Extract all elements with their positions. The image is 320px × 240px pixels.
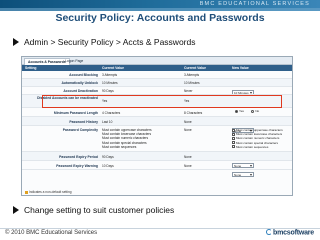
row-label: Password Complexity xyxy=(62,128,98,132)
checkbox-icon xyxy=(232,145,235,149)
row-label: Account Deactivation xyxy=(63,89,98,93)
expiry-warning-select[interactable]: None xyxy=(232,172,254,177)
row-current-2: None xyxy=(184,154,192,159)
checkbox-label: Must contain sequences xyxy=(236,144,269,149)
embedded-screenshot: Accounts & Passwords Logon Page Setting … xyxy=(21,56,293,196)
checkbox-icon xyxy=(232,132,235,136)
table-row: Password History Last 10 None None xyxy=(22,117,292,133)
row-label: Automatically Unblock xyxy=(61,81,98,85)
row-current-2: 8 Characters xyxy=(184,110,203,115)
table-row: Automatically Unblock 10 Minutes 10 Minu… xyxy=(22,79,292,95)
table-row: Password Complexity Must contain upperca… xyxy=(22,126,292,152)
table-row: Password Expiry Warning 10 Days None Non… xyxy=(22,161,292,177)
row-label: Disabled Accounts can be reactivated xyxy=(37,96,98,100)
table-row: Account Blocking 3 Attempts 3 Attempts 3… xyxy=(22,71,292,87)
legend: Indicates a non-default setting xyxy=(25,190,72,194)
row-current-list: Must contain uppercase characters Must c… xyxy=(102,128,172,149)
row-label: Password Expiry Period xyxy=(59,154,98,159)
slide-title: Security Policy: Accounts and Passwords xyxy=(55,12,265,24)
row-label: Password Expiry Warning xyxy=(56,163,98,168)
row-current-2: 10 Minutes xyxy=(184,81,200,85)
top-banner: BMC EDUCATIONAL SERVICES xyxy=(0,0,320,11)
row-label: Password History xyxy=(69,119,98,124)
bullet-arrow-icon xyxy=(13,38,19,46)
row-current: Last 10 xyxy=(102,119,113,124)
checkbox-icon xyxy=(232,136,235,140)
checkbox-icon xyxy=(232,128,235,132)
row-current: Yes xyxy=(102,99,108,103)
table-row: Account Deactivation 90 Days Never Never xyxy=(22,87,292,103)
slide: BMC EDUCATIONAL SERVICES Security Policy… xyxy=(0,0,320,240)
row-current-2: None xyxy=(184,163,192,168)
tab-logon-page[interactable]: Logon Page xyxy=(62,58,86,65)
logo-text: bmcsoftware xyxy=(273,229,314,237)
row-current-2: Never xyxy=(184,89,193,93)
row-current-2: 3 Attempts xyxy=(184,73,200,77)
row-current: 4 Characters xyxy=(102,110,121,115)
row-label: Account Blocking xyxy=(69,73,98,77)
complexity-checkbox[interactable]: Must contain sequences xyxy=(232,145,290,149)
non-default-indicator-icon xyxy=(25,190,28,194)
row-current: 90 Days xyxy=(102,154,114,159)
bullet-arrow-icon xyxy=(13,206,19,214)
row-current: 10 Minutes xyxy=(102,81,118,85)
legend-text: Indicates a non-default setting xyxy=(29,190,72,194)
table-row: Minimum Password Length 4 Characters 8 C… xyxy=(22,108,292,124)
table-row: Password Expiry Period 90 Days None None xyxy=(22,152,292,168)
row-current-2: Yes xyxy=(184,99,190,103)
bullet-navigation-path: Admin > Security Policy > Accts & Passwo… xyxy=(13,37,195,47)
bmc-logo: bmcsoftware xyxy=(266,229,314,237)
screenshot-tabs: Accounts & Passwords Logon Page xyxy=(22,57,292,65)
banner-text: BMC EDUCATIONAL SERVICES xyxy=(199,1,310,7)
checkbox-icon xyxy=(232,141,235,145)
row-label: Minimum Password Length xyxy=(53,110,98,115)
banner-shine xyxy=(0,8,320,11)
bullet-change-setting: Change setting to suit customer policies xyxy=(13,205,174,215)
complexity-current-line: Must contain sequences xyxy=(102,144,137,149)
row-current: 90 Days xyxy=(102,89,114,93)
bmc-swirl-icon xyxy=(266,229,273,235)
row-current-2: None xyxy=(184,119,192,124)
row-current: 10 Days xyxy=(102,163,114,168)
bullet-text: Admin > Security Policy > Accts & Passwo… xyxy=(24,37,196,47)
copyright: © 2010 BMC Educational Services xyxy=(5,230,98,236)
table-row: Disabled Accounts can be reactivated Yes… xyxy=(22,95,292,113)
row-current-2: None xyxy=(184,128,192,132)
row-current: 3 Attempts xyxy=(102,73,118,77)
bullet-text: Change setting to suit customer policies xyxy=(24,205,175,215)
